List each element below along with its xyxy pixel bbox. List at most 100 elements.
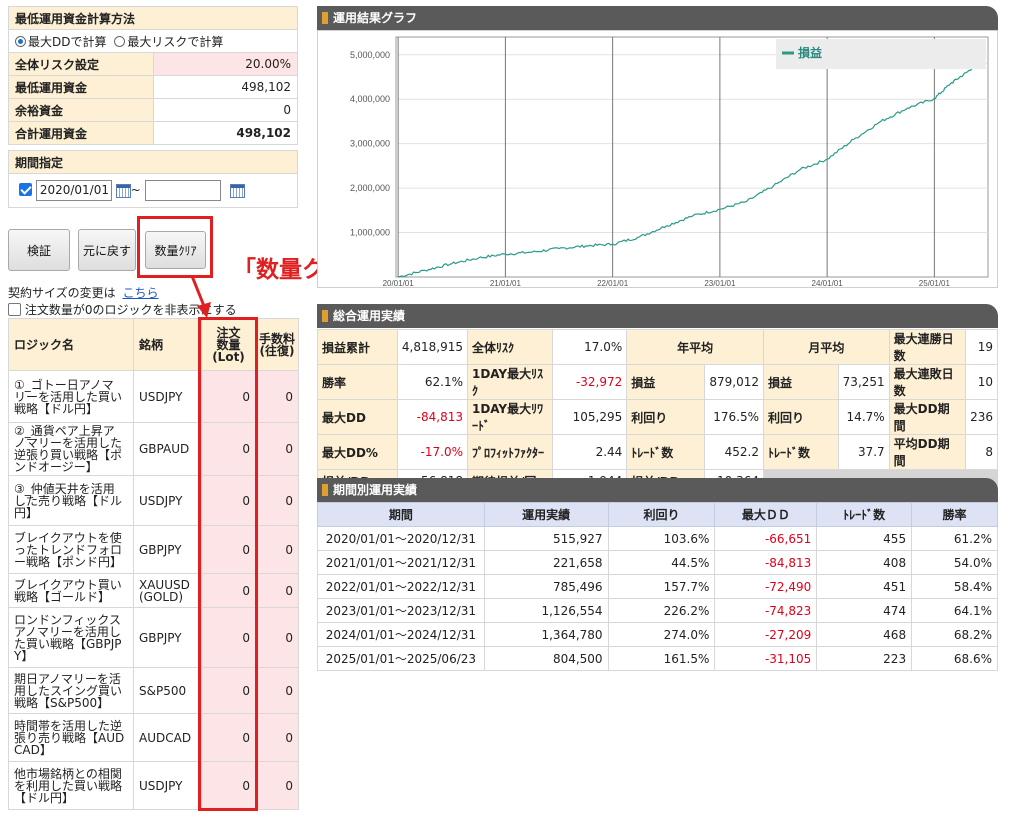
col-yield: 利回り	[607, 502, 716, 527]
hide-zero-checkbox[interactable]	[8, 303, 21, 316]
stat-value: 62.1%	[396, 364, 468, 400]
end-date-input[interactable]	[144, 180, 221, 201]
yield-cell: 161.5%	[607, 646, 716, 671]
fee-input[interactable]: 0	[255, 713, 299, 762]
verify-button[interactable]: 検証	[8, 229, 70, 271]
summary-row: 勝率 62.1% 1DAY最大ﾘｽｸ -32,972 損益 879,012 損益 73,251…	[317, 364, 998, 400]
max-dd-cell: -84,813	[714, 550, 818, 575]
annotation-box-clear	[137, 216, 213, 278]
min-capital-value: 498,102	[153, 75, 298, 99]
calendar-icon[interactable]	[230, 183, 246, 198]
logic-name: ブレイクアウト買い 戦略【ゴールド】	[8, 573, 134, 608]
logic-name: ③_仲値天井を活用 した売り戦略【ドル 円】	[8, 475, 134, 526]
result-line-chart: 1,000,000 2,000,000 3,000,000 4,000,000 5,00…	[350, 36, 989, 288]
stat-label: 1DAY最大ﾘﾜｰﾄﾞ	[466, 399, 554, 435]
period-row: 2021/01/01～2021/12/31 221,658 44.5% -84,813…	[317, 550, 998, 575]
col-period: 期間	[317, 502, 485, 527]
logic-symbol: GBPJPY	[133, 525, 202, 574]
result-cell: 1,364,780	[483, 622, 609, 647]
contract-size-link[interactable]: こちら	[122, 286, 158, 300]
logic-symbol: GBPJPY	[133, 607, 202, 668]
risk-setting-input[interactable]: 20.00%	[153, 52, 298, 76]
streak-label: 最大DD期間	[888, 399, 967, 435]
result-cell: 785,496	[483, 574, 609, 599]
yield-cell: 103.6%	[607, 526, 716, 551]
spare-capital-value[interactable]: 0	[153, 98, 298, 122]
logic-symbol: S&P500	[133, 667, 202, 714]
period-cell: 2023/01/01～2023/12/31	[317, 598, 485, 623]
stat-label: 勝率	[317, 364, 398, 400]
monthly-label: ﾄﾚｰﾄﾞ数	[763, 434, 839, 470]
fee-input[interactable]: 0	[255, 607, 299, 668]
fee-input[interactable]: 0	[255, 475, 299, 526]
win-rate-cell: 64.1%	[911, 598, 998, 623]
x-tick-label: 22/01/01	[597, 279, 629, 287]
legend-label: 損益	[798, 45, 822, 60]
graph-panel: 1,000,000 2,000,000 3,000,000 4,000,000 5,00…	[317, 30, 998, 288]
result-cell: 1,126,554	[483, 598, 609, 623]
result-cell: 221,658	[483, 550, 609, 575]
plot-area	[395, 36, 989, 278]
logic-name: ロンドンフィックス アノマリーを活用し た買い戦略【GBPJP Y】	[8, 607, 134, 668]
summary-section-title: 総合運用実績	[317, 304, 998, 328]
trades-cell: 451	[816, 574, 913, 599]
fee-input[interactable]: 0	[255, 422, 299, 476]
col-max-dd: 最大ＤＤ	[714, 502, 818, 527]
period-checkbox[interactable]	[19, 183, 32, 196]
radio-max-risk[interactable]: 最大リスクで計算	[114, 35, 223, 49]
streak-label: 最大連敗日数	[888, 364, 967, 400]
trades-cell: 408	[816, 550, 913, 575]
radio-max-dd[interactable]: 最大DDで計算	[15, 35, 106, 49]
stat-value: -32,972	[552, 364, 628, 400]
win-rate-cell: 61.2%	[911, 526, 998, 551]
period-cell: 2022/01/01～2022/12/31	[317, 574, 485, 599]
fee-input[interactable]: 0	[255, 370, 299, 423]
y-tick-label: 4,000,000	[350, 94, 390, 104]
result-cell: 804,500	[483, 646, 609, 671]
result-cell: 515,927	[483, 526, 609, 551]
start-date-input[interactable]: 2020/01/01	[35, 180, 112, 201]
radio-unselected-icon[interactable]	[114, 35, 126, 47]
streak-value: 10	[965, 364, 998, 400]
col-symbol: 銘柄	[133, 318, 202, 371]
logic-symbol: AUDCAD	[133, 713, 202, 762]
col-result: 運用実績	[483, 502, 609, 527]
y-tick-label: 5,000,000	[350, 50, 390, 60]
yield-cell: 274.0%	[607, 622, 716, 647]
fee-input[interactable]: 0	[255, 525, 299, 574]
summary-row: 損益累計 4,818,915 全体ﾘｽｸ 17.0% 年平均 月平均 最大連勝日数 19	[317, 329, 998, 365]
max-dd-cell: -66,651	[714, 526, 818, 551]
max-dd-cell: -74,823	[714, 598, 818, 623]
fee-input[interactable]: 0	[255, 761, 299, 810]
summary-row: 最大DD -84,813 1DAY最大ﾘﾜｰﾄﾞ 105,295 利回り 176.5% 利回…	[317, 399, 998, 435]
stat-label: 全体ﾘｽｸ	[466, 329, 554, 365]
col-logic-name: ロジック名	[8, 318, 134, 371]
stat-label: 最大DD	[317, 399, 398, 435]
trades-cell: 468	[816, 622, 913, 647]
annual-avg-title: 年平均	[626, 329, 765, 365]
calendar-icon[interactable]	[115, 183, 131, 198]
fee-input[interactable]: 0	[255, 667, 299, 714]
total-capital-label: 合計運用資金	[8, 121, 154, 145]
streak-value: 19	[965, 329, 998, 365]
min-capital-label: 最低運用資金	[8, 75, 154, 99]
yield-cell: 157.7%	[607, 574, 716, 599]
radio-selected-icon[interactable]	[15, 35, 26, 47]
calc-method-title: 最低運用資金計算方法	[8, 6, 298, 30]
annual-label: 利回り	[626, 399, 706, 435]
y-tick-label: 2,000,000	[350, 183, 390, 193]
annual-label: ﾄﾚｰﾄﾞ数	[626, 434, 706, 470]
max-dd-cell: -31,105	[714, 646, 818, 671]
logic-symbol: XAUUSD (GOLD)	[133, 573, 202, 608]
logic-symbol: USDJPY	[133, 761, 202, 810]
fee-input[interactable]: 0	[255, 573, 299, 608]
logic-symbol: USDJPY	[133, 370, 202, 423]
col-win-rate: 勝率	[911, 502, 998, 527]
annual-value: 176.5%	[704, 399, 765, 435]
yield-cell: 44.5%	[607, 550, 716, 575]
x-tick-label: 21/01/01	[490, 279, 522, 287]
tilde-label: ~	[130, 183, 141, 197]
period-title: 期間指定	[8, 150, 298, 174]
undo-button[interactable]: 元に戻す	[78, 229, 136, 271]
stat-value: 4,818,915	[396, 329, 468, 365]
